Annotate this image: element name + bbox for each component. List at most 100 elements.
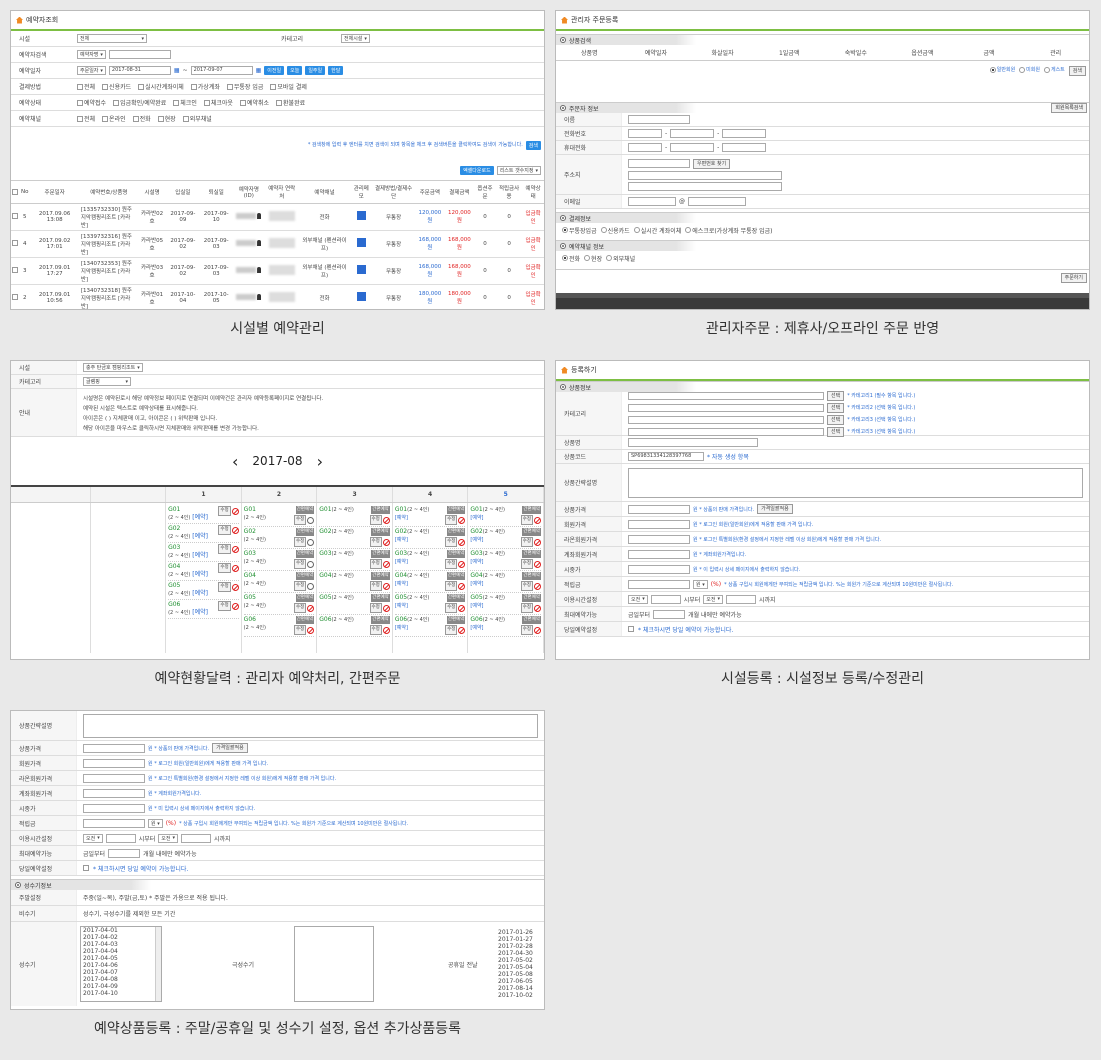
- room-slot[interactable]: G06 (2 ~ 4인) [예약] 수정: [168, 600, 239, 619]
- quick-order-tag[interactable]: 간편예약: [446, 594, 466, 602]
- consign-sale-icon[interactable]: [458, 604, 466, 612]
- radio[interactable]: [562, 227, 568, 233]
- peak-date[interactable]: 2017-04-07: [83, 969, 161, 976]
- room-code[interactable]: G02: [244, 528, 256, 535]
- room-code[interactable]: G04: [244, 572, 256, 579]
- pay-option[interactable]: 신용카드: [102, 82, 131, 91]
- room-code[interactable]: G04: [470, 572, 482, 579]
- status-option[interactable]: 예약접수: [77, 98, 106, 107]
- member-list-button[interactable]: 회원목록검색: [1051, 103, 1087, 113]
- checkbox[interactable]: [102, 115, 109, 122]
- select-all-checkbox[interactable]: [12, 188, 18, 195]
- channel-option[interactable]: 온라인: [102, 114, 126, 123]
- edit-button[interactable]: 수정: [520, 515, 533, 525]
- room-slot[interactable]: G05 (2 ~ 4인) 간편예약수정: [243, 593, 315, 615]
- date-btn-week[interactable]: 일주일: [305, 66, 326, 75]
- mobile-input-1[interactable]: [628, 143, 662, 152]
- consign-sale-icon[interactable]: [458, 516, 466, 524]
- end-ampm-select[interactable]: 오전 ▾: [703, 594, 723, 604]
- edit-button[interactable]: 수정: [445, 537, 458, 547]
- edit-button[interactable]: 수정: [445, 559, 458, 569]
- quick-order-tag[interactable]: 간편예약: [446, 506, 466, 514]
- radio[interactable]: [606, 255, 613, 261]
- edit-button[interactable]: 수정: [445, 581, 458, 591]
- pay-option[interactable]: 모바일 결제: [270, 82, 307, 91]
- price-input[interactable]: [628, 519, 690, 529]
- radio[interactable]: [562, 255, 568, 261]
- edit-button[interactable]: 수정: [445, 515, 458, 525]
- bulk-price-button[interactable]: 가격일괄적용: [757, 504, 793, 514]
- zip-search-button[interactable]: 우편번호 찾기: [693, 158, 731, 169]
- status-option[interactable]: 예약취소: [239, 98, 269, 107]
- edit-button[interactable]: 수정: [520, 559, 533, 569]
- consign-sale-icon[interactable]: [382, 626, 390, 634]
- edit-button[interactable]: 수정: [520, 581, 533, 591]
- table-row[interactable]: 2 2017.09.01 10:56 [1340732318] 원주 지악캠핑리조트…: [11, 284, 544, 309]
- edit-button[interactable]: 수정: [520, 537, 533, 547]
- radio[interactable]: [1019, 66, 1026, 73]
- phone-input-1[interactable]: [628, 129, 662, 138]
- peak-date[interactable]: 2017-04-04: [83, 948, 161, 955]
- room-code[interactable]: G01: [319, 506, 331, 513]
- edit-button[interactable]: 수정: [520, 625, 533, 635]
- email-domain-input[interactable]: [688, 197, 746, 206]
- max-months-input[interactable]: [108, 848, 141, 858]
- room-slot[interactable]: G01(2 ~ 4인)간편예약수정: [319, 505, 390, 527]
- quick-order-tag[interactable]: 간편예약: [522, 594, 541, 602]
- edit-button[interactable]: 수정: [369, 559, 382, 569]
- end-time-input[interactable]: [726, 594, 756, 604]
- consign-sale-icon[interactable]: [231, 583, 239, 591]
- point-input[interactable]: [83, 818, 145, 828]
- payment-radio[interactable]: 신용카드: [600, 226, 630, 235]
- room-slot[interactable]: G03 (2 ~ 4인) [예약] 수정: [168, 543, 239, 562]
- consign-sale-icon[interactable]: [231, 564, 239, 572]
- order-submit-button[interactable]: 주문하기: [1060, 272, 1087, 283]
- edit-button[interactable]: 수정: [218, 506, 231, 516]
- price-input[interactable]: [83, 758, 145, 768]
- room-code[interactable]: G02: [470, 528, 482, 535]
- bulk-price-button[interactable]: 가격일괄적용: [212, 743, 248, 753]
- room-slot[interactable]: G06(2 ~ 4인)간편예약수정: [319, 615, 390, 637]
- price-input[interactable]: [83, 773, 145, 783]
- consign-sale-icon[interactable]: [382, 604, 390, 612]
- member-radio[interactable]: 미회원: [1019, 66, 1040, 73]
- room-code[interactable]: G03: [319, 550, 331, 557]
- start-ampm-select[interactable]: 오전 ▾: [83, 833, 103, 843]
- consign-sale-icon[interactable]: [533, 560, 541, 568]
- quick-order-tag[interactable]: 간편예약: [295, 616, 315, 624]
- price-input[interactable]: [628, 534, 690, 544]
- edit-button[interactable]: 수정: [293, 625, 307, 635]
- channel-option[interactable]: 현장: [157, 114, 176, 123]
- consign-sale-icon[interactable]: [458, 582, 466, 590]
- superpeak-textarea[interactable]: [294, 926, 374, 1002]
- member-search-button[interactable]: 검색: [1068, 66, 1086, 76]
- room-code[interactable]: G06: [244, 616, 256, 623]
- consign-sale-icon[interactable]: [533, 516, 541, 524]
- checkbox[interactable]: [77, 83, 83, 90]
- room-code[interactable]: G01: [244, 506, 256, 513]
- radio[interactable]: [1043, 66, 1050, 73]
- room-slot[interactable]: G04 (2 ~ 4인) [예약] 수정: [168, 562, 239, 581]
- radio[interactable]: [584, 255, 591, 261]
- price-input[interactable]: [628, 504, 690, 514]
- consign-sale-icon[interactable]: [533, 626, 541, 634]
- category-input[interactable]: [628, 403, 824, 412]
- consign-sale-icon[interactable]: [458, 626, 466, 634]
- price-input[interactable]: [83, 788, 145, 798]
- checkbox[interactable]: [203, 99, 210, 106]
- quick-order-tag[interactable]: 간편예약: [295, 528, 315, 536]
- room-code[interactable]: G05: [395, 594, 407, 601]
- chevron-right-icon[interactable]: ›: [317, 452, 323, 471]
- row-checkbox[interactable]: [12, 213, 18, 220]
- edit-button[interactable]: 수정: [369, 625, 382, 635]
- peak-date[interactable]: 2017-04-06: [83, 962, 161, 969]
- phone-input-3[interactable]: [722, 129, 767, 138]
- price-input[interactable]: [83, 743, 145, 753]
- consign-sale-icon[interactable]: [231, 545, 239, 553]
- room-slot[interactable]: G01 (2 ~ 4인) [예약] 수정: [168, 505, 239, 524]
- room-code[interactable]: G01: [395, 506, 407, 513]
- status-option[interactable]: 입금확인/예약완료: [113, 98, 166, 107]
- payment-radio[interactable]: 무통장입금: [562, 226, 597, 235]
- calendar-icon[interactable]: ▦: [174, 67, 180, 74]
- channel-option[interactable]: 외부채널: [182, 114, 212, 123]
